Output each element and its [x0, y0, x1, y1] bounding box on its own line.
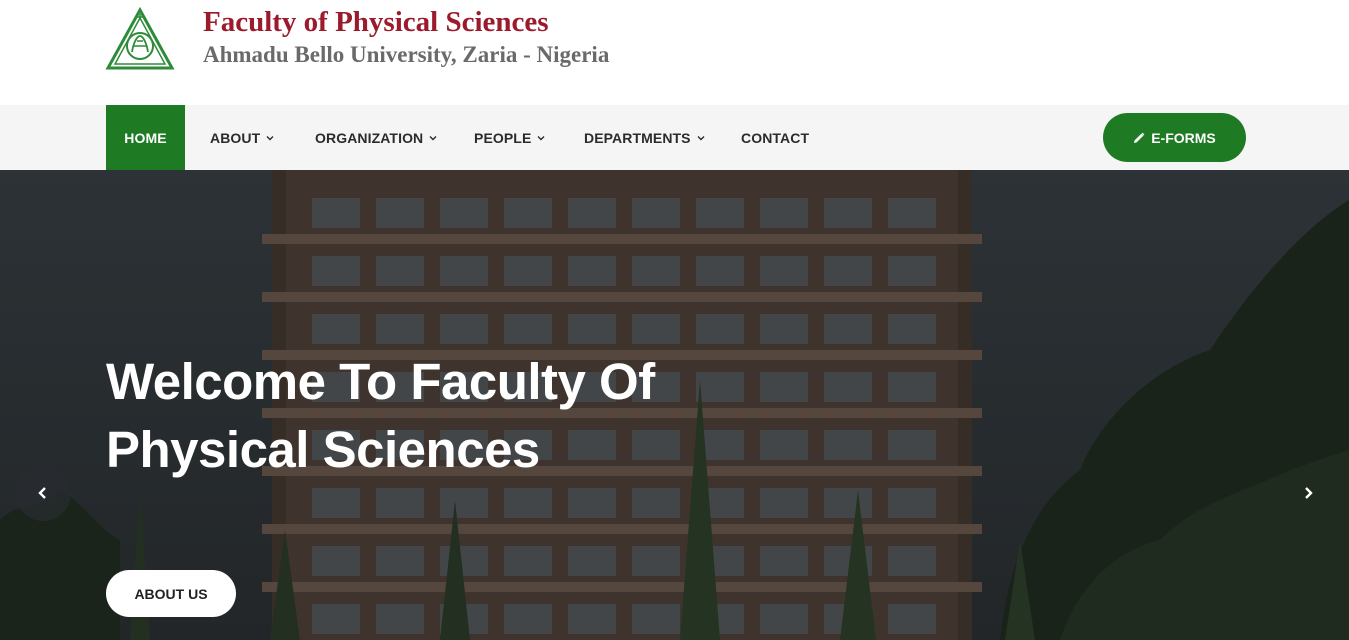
nav-item-label: HOME	[124, 129, 167, 146]
site-title[interactable]: Faculty of Physical Sciences	[203, 6, 549, 39]
pencil-icon	[1134, 132, 1145, 143]
slider-prev-button[interactable]	[15, 465, 71, 521]
hero-slider: Welcome To Faculty Of Physical Sciences …	[0, 170, 1349, 640]
hero-title: Welcome To Faculty Of Physical Sciences	[106, 353, 655, 478]
nav-item-people[interactable]: PEOPLE	[474, 105, 546, 170]
abu-crest-logo-icon	[105, 6, 175, 70]
chevron-down-icon	[536, 133, 546, 143]
site-header: Faculty of Physical Sciences Ahmadu Bell…	[0, 0, 1349, 105]
nav-item-label: PEOPLE	[474, 129, 532, 146]
nav-item-organization[interactable]: ORGANIZATION	[315, 105, 438, 170]
site-subtitle: Ahmadu Bello University, Zaria - Nigeria	[203, 42, 610, 67]
nav-item-label: CONTACT	[741, 129, 810, 146]
chevron-down-icon	[428, 133, 438, 143]
chevron-right-icon	[1305, 487, 1313, 499]
chevron-left-icon	[38, 487, 46, 499]
nav-item-home[interactable]: HOME	[106, 105, 185, 170]
nav-item-label: ORGANIZATION	[315, 129, 424, 146]
nav-item-label: DEPARTMENTS	[584, 129, 691, 146]
university-logo[interactable]	[104, 6, 176, 72]
about-us-button[interactable]: ABOUT US	[106, 570, 236, 617]
eforms-button-label: E-FORMS	[1151, 129, 1216, 146]
chevron-down-icon	[696, 133, 706, 143]
chevron-down-icon	[265, 133, 275, 143]
nav-item-contact[interactable]: CONTACT	[741, 105, 809, 170]
nav-item-departments[interactable]: DEPARTMENTS	[584, 105, 706, 170]
nav-item-about[interactable]: ABOUT	[210, 105, 275, 170]
eforms-button[interactable]: E-FORMS	[1103, 113, 1246, 162]
slider-next-button[interactable]	[1280, 465, 1336, 521]
nav-item-label: ABOUT	[210, 129, 261, 146]
